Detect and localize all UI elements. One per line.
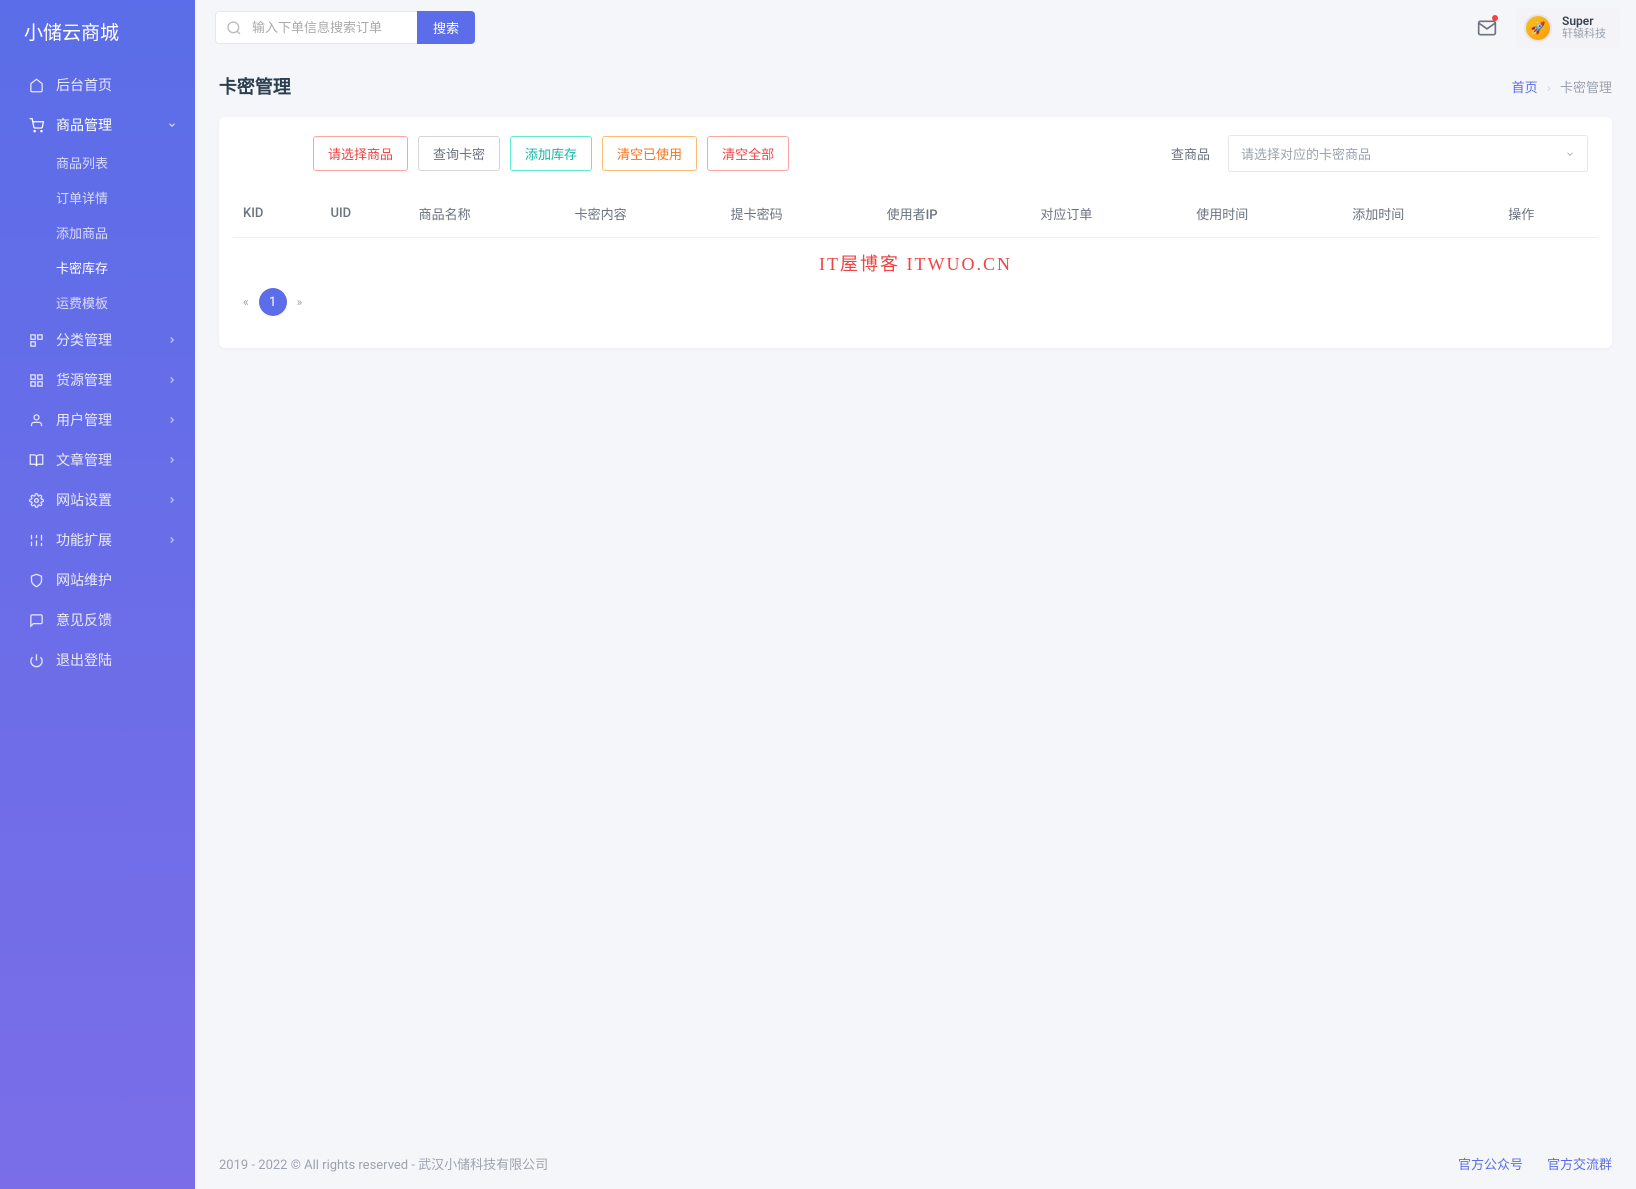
home-icon xyxy=(28,77,44,93)
chevron-right-icon xyxy=(167,335,177,345)
user-subtitle: 轩辕科技 xyxy=(1562,28,1606,40)
gear-icon xyxy=(28,492,44,508)
nav-logout-label: 退出登陆 xyxy=(56,650,177,670)
nav-user-mgmt[interactable]: 用户管理 xyxy=(0,400,195,440)
mail-icon[interactable] xyxy=(1474,15,1500,41)
sidebar: 小储云商城 后台首页 商品管理 商品列表 订单详情 添加商品 卡密库存 运费模板 xyxy=(0,0,195,1189)
search-button[interactable]: 搜索 xyxy=(417,11,475,44)
col-add-time: 添加时间 xyxy=(1342,190,1498,238)
footer-link-group[interactable]: 官方交流群 xyxy=(1547,1154,1612,1173)
nav-product-submenu: 商品列表 订单详情 添加商品 卡密库存 运费模板 xyxy=(0,145,195,320)
nav-product-list[interactable]: 商品列表 xyxy=(56,145,195,180)
nav-home-label: 后台首页 xyxy=(56,75,177,95)
search-icon xyxy=(226,20,242,36)
clear-all-button[interactable]: 清空全部 xyxy=(707,136,789,171)
chevron-right-icon xyxy=(167,535,177,545)
search-input[interactable] xyxy=(248,12,407,43)
cart-icon xyxy=(28,117,44,133)
col-uid: UID xyxy=(320,190,408,238)
watermark-text: IT屋博客 ITWUO.CN xyxy=(219,238,1612,280)
clear-used-button[interactable]: 清空已使用 xyxy=(602,136,697,171)
shield-icon xyxy=(28,572,44,588)
page-next[interactable]: » xyxy=(297,295,303,309)
sliders-icon xyxy=(28,532,44,548)
breadcrumb: 首页 › 卡密管理 xyxy=(1512,77,1612,96)
col-product-name: 商品名称 xyxy=(409,190,565,238)
nav-site-maint[interactable]: 网站维护 xyxy=(0,560,195,600)
nav-feature-label: 功能扩展 xyxy=(56,530,155,550)
add-stock-button[interactable]: 添加库存 xyxy=(510,136,592,171)
chevron-down-icon xyxy=(167,120,177,130)
col-use-time: 使用时间 xyxy=(1186,190,1342,238)
grid-icon xyxy=(28,372,44,388)
user-icon xyxy=(28,412,44,428)
query-product-label: 查商品 xyxy=(1171,144,1210,163)
col-order: 对应订单 xyxy=(1030,190,1186,238)
nav-product-mgmt[interactable]: 商品管理 xyxy=(0,105,195,145)
nav-shipping-template[interactable]: 运费模板 xyxy=(56,285,195,320)
page-title: 卡密管理 xyxy=(219,73,291,99)
chevron-right-icon xyxy=(167,495,177,505)
nav-category-mgmt[interactable]: 分类管理 xyxy=(0,320,195,360)
nav-supply-label: 货源管理 xyxy=(56,370,155,390)
col-action: 操作 xyxy=(1498,190,1598,238)
chevron-right-icon xyxy=(167,455,177,465)
footer-copyright: 2019 - 2022 © All rights reserved - 武汉小储… xyxy=(219,1154,548,1173)
footer-link-official[interactable]: 官方公众号 xyxy=(1458,1154,1523,1173)
page-1[interactable]: 1 xyxy=(259,288,287,316)
toolbar: 请选择商品 查询卡密 添加库存 清空已使用 清空全部 查商品 请选择对应的卡密商… xyxy=(219,117,1612,190)
nav-feedback-label: 意见反馈 xyxy=(56,610,177,630)
book-icon xyxy=(28,452,44,468)
nav-supply-mgmt[interactable]: 货源管理 xyxy=(0,360,195,400)
select-product-button[interactable]: 请选择商品 xyxy=(313,136,408,171)
nav-card-stock[interactable]: 卡密库存 xyxy=(56,250,195,285)
avatar: 🚀 xyxy=(1524,14,1552,42)
col-kid: KID xyxy=(233,190,320,238)
nav-settings-label: 网站设置 xyxy=(56,490,155,510)
product-select-placeholder: 请选择对应的卡密商品 xyxy=(1241,144,1371,163)
nav-add-product[interactable]: 添加商品 xyxy=(56,215,195,250)
query-card-button[interactable]: 查询卡密 xyxy=(418,136,500,171)
breadcrumb-sep: › xyxy=(1547,81,1551,96)
nav-logout[interactable]: 退出登陆 xyxy=(0,640,195,680)
nav-home[interactable]: 后台首页 xyxy=(0,65,195,105)
pagination: « 1 » xyxy=(219,280,1612,324)
nav-user-label: 用户管理 xyxy=(56,410,155,430)
col-pickup-pwd: 提卡密码 xyxy=(721,190,877,238)
footer: 2019 - 2022 © All rights reserved - 武汉小储… xyxy=(195,1138,1636,1189)
brand-title: 小储云商城 xyxy=(0,18,195,65)
search-input-wrap xyxy=(215,11,417,44)
user-menu[interactable]: 🚀 Super 轩辕科技 xyxy=(1516,8,1620,48)
nav-site-settings[interactable]: 网站设置 xyxy=(0,480,195,520)
nav-maint-label: 网站维护 xyxy=(56,570,177,590)
nav-article-label: 文章管理 xyxy=(56,450,155,470)
chevron-right-icon xyxy=(167,415,177,425)
caret-down-icon xyxy=(1565,149,1575,159)
nav-category-label: 分类管理 xyxy=(56,330,155,350)
nav-order-detail[interactable]: 订单详情 xyxy=(56,180,195,215)
product-select[interactable]: 请选择对应的卡密商品 xyxy=(1228,135,1588,172)
bars-icon xyxy=(28,332,44,348)
chevron-right-icon xyxy=(167,375,177,385)
notification-dot xyxy=(1492,15,1498,21)
breadcrumb-current: 卡密管理 xyxy=(1560,81,1612,96)
header: 搜索 🚀 Super 轩辕科技 xyxy=(195,0,1636,55)
breadcrumb-home[interactable]: 首页 xyxy=(1512,81,1538,96)
main-panel: 请选择商品 查询卡密 添加库存 清空已使用 清空全部 查商品 请选择对应的卡密商… xyxy=(219,117,1612,348)
col-user-ip: 使用者IP xyxy=(877,190,1031,238)
power-icon xyxy=(28,652,44,668)
col-card-content: 卡密内容 xyxy=(565,190,721,238)
nav-feedback[interactable]: 意见反馈 xyxy=(0,600,195,640)
cards-table: KID UID 商品名称 卡密内容 提卡密码 使用者IP 对应订单 使用时间 添… xyxy=(233,190,1598,238)
message-icon xyxy=(28,612,44,628)
nav-article-mgmt[interactable]: 文章管理 xyxy=(0,440,195,480)
nav-product-label: 商品管理 xyxy=(56,115,155,135)
nav-feature-ext[interactable]: 功能扩展 xyxy=(0,520,195,560)
page-prev[interactable]: « xyxy=(243,295,249,309)
